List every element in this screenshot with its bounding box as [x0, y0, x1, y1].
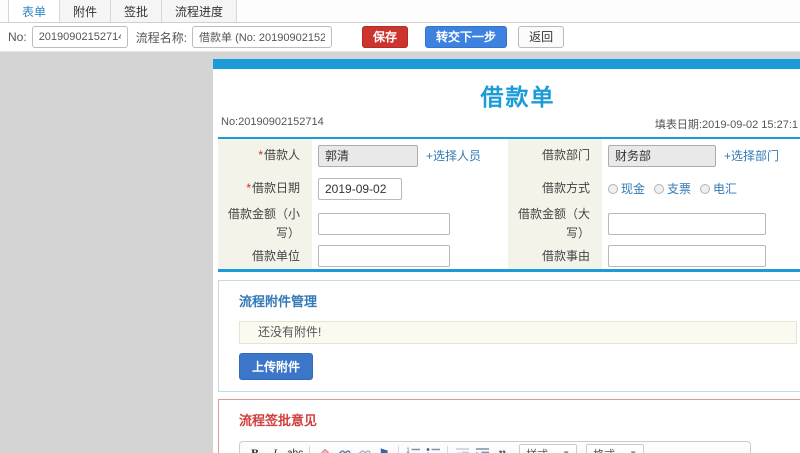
loan-unit-label: 借款单位	[218, 243, 312, 269]
no-label: No:	[8, 30, 27, 44]
toolbar-separator	[309, 446, 311, 453]
department-cell: +选择部门	[602, 139, 800, 172]
page-title: 借款单	[480, 84, 556, 110]
toolbar-separator	[398, 446, 400, 453]
unlink-icon[interactable]	[356, 446, 372, 453]
rich-text-editor: B I abc	[239, 441, 751, 453]
loan-unit-cell	[312, 243, 508, 269]
loan-form-grid: * 借款人 +选择人员 借款部门 +选择部门 * 借款日期	[218, 137, 800, 272]
approval-title: 流程签批意见	[239, 413, 318, 428]
loan-date-input[interactable]	[318, 177, 402, 200]
radio-icon	[654, 183, 665, 194]
process-name-input[interactable]	[192, 26, 333, 48]
bold-icon[interactable]: B	[247, 446, 263, 453]
loan-date-cell	[312, 172, 508, 205]
attachments-title: 流程附件管理	[239, 294, 318, 309]
amount-small-label: 借款金额（小写）	[218, 205, 312, 243]
format-dropdown[interactable]: 格式 ▼	[586, 443, 645, 453]
no-input[interactable]	[31, 26, 128, 48]
radio-wire[interactable]: 电汇	[700, 180, 737, 197]
amount-big-input[interactable]	[608, 213, 766, 235]
editor-toolbar: B I abc	[240, 442, 750, 453]
loan-form-panel: 借款单 No:20190902152714 填表日期:2019-09-02 15…	[213, 59, 800, 453]
select-person-link[interactable]: +选择人员	[426, 147, 481, 164]
tab-attachments[interactable]: 附件	[60, 0, 112, 22]
remove-format-icon[interactable]	[316, 446, 332, 453]
blockquote-icon[interactable]: ”	[494, 446, 510, 453]
required-mark: *	[258, 148, 263, 163]
doc-number: No:20190902152714	[221, 116, 324, 128]
panel-top-accent-bar	[213, 59, 800, 69]
anchor-flag-icon[interactable]: ⚑	[376, 446, 392, 453]
link-icon[interactable]	[336, 446, 352, 453]
amount-big-label: 借款金额（大写）	[508, 205, 602, 243]
loan-reason-cell	[602, 243, 800, 269]
back-button[interactable]: 返回	[518, 26, 565, 48]
required-mark: *	[246, 181, 251, 196]
strikethrough-icon[interactable]: abc	[287, 446, 303, 453]
chevron-down-icon: ▼	[562, 449, 570, 453]
loan-method-cell: 现金 支票 电汇	[602, 172, 800, 205]
bullet-list-icon[interactable]	[425, 446, 441, 453]
loan-reason-input[interactable]	[608, 245, 766, 267]
loan-method-label: 借款方式	[508, 172, 602, 205]
loan-unit-input[interactable]	[318, 245, 450, 267]
ordered-list-icon[interactable]: 123	[405, 446, 421, 453]
doc-meta-row: No:20190902152714 填表日期:2019-09-02 15:27:…	[213, 116, 800, 137]
amount-big-cell	[602, 205, 800, 243]
toolbar-separator	[447, 446, 449, 453]
process-name-label: 流程名称:	[135, 30, 188, 45]
borrower-input[interactable]	[318, 144, 418, 167]
department-input[interactable]	[608, 144, 716, 167]
tab-form[interactable]: 表单	[8, 0, 61, 22]
loan-reason-label: 借款事由	[508, 243, 602, 269]
style-dropdown[interactable]: 样式 ▼	[519, 443, 578, 453]
amount-small-input[interactable]	[318, 213, 450, 235]
select-department-link[interactable]: +选择部门	[724, 147, 779, 164]
fill-date: 填表日期:2019-09-02 15:27:1	[654, 119, 798, 131]
outdent-icon[interactable]	[454, 446, 470, 453]
upload-attachment-button[interactable]: 上传附件	[239, 353, 314, 380]
radio-cash[interactable]: 现金	[608, 180, 645, 197]
radio-cheque[interactable]: 支票	[654, 180, 691, 197]
italic-icon[interactable]: I	[267, 446, 283, 453]
chevron-down-icon: ▼	[629, 449, 637, 453]
indent-icon[interactable]	[474, 446, 490, 453]
tab-sign[interactable]: 签批	[111, 0, 163, 22]
next-step-button[interactable]: 转交下一步	[425, 26, 508, 48]
loan-method-radio-group: 现金 支票 电汇	[608, 180, 737, 197]
approval-section: 流程签批意见 B I abc	[218, 399, 800, 453]
tab-bar: 表单 附件 签批 流程进度	[0, 0, 800, 23]
attachments-section: 流程附件管理 还没有附件! 上传附件	[218, 280, 800, 392]
borrower-cell: +选择人员	[312, 139, 508, 172]
radio-icon	[608, 183, 618, 194]
tab-progress[interactable]: 流程进度	[162, 0, 238, 22]
borrower-label: * 借款人	[218, 139, 312, 172]
loan-date-label: * 借款日期	[218, 172, 312, 205]
no-attachments-message: 还没有附件!	[239, 321, 797, 344]
save-button[interactable]: 保存	[362, 26, 409, 48]
action-toolbar: No: 流程名称: 保存 转交下一步 返回	[0, 23, 800, 52]
amount-small-cell	[312, 205, 508, 243]
radio-icon	[700, 183, 711, 194]
department-label: 借款部门	[508, 139, 602, 172]
workspace: 借款单 No:20190902152714 填表日期:2019-09-02 15…	[0, 52, 800, 453]
